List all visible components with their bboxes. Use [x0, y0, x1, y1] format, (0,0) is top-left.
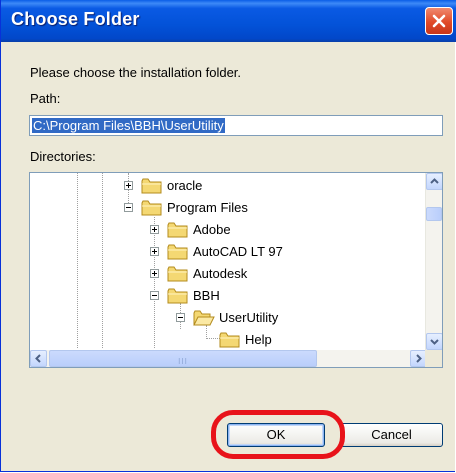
close-button[interactable] — [425, 7, 453, 35]
tree-item-userutility[interactable]: UserUtility — [176, 308, 316, 330]
dialog-title: Choose Folder — [11, 9, 140, 29]
scroll-up-button[interactable] — [426, 173, 442, 190]
vertical-scrollbar[interactable] — [425, 173, 442, 350]
tree-item-label: Help — [245, 332, 272, 347]
chevron-right-icon — [416, 354, 422, 363]
tree-item-bbh[interactable]: BBH — [150, 286, 270, 308]
tree-item-label: Adobe — [193, 222, 231, 237]
tree-item-help[interactable]: Help — [202, 330, 302, 352]
folder-icon — [141, 178, 162, 194]
expand-icon[interactable] — [150, 269, 159, 278]
horizontal-scrollbar[interactable]: III — [30, 350, 427, 367]
path-input[interactable]: C:\Program Files\BBH\UserUtility — [29, 115, 443, 136]
tree-item-label: oracle — [167, 178, 203, 193]
expand-icon[interactable] — [150, 225, 159, 234]
path-label: Path: — [30, 91, 61, 106]
folder-icon — [167, 288, 188, 304]
dialog-body: Please choose the installation folder. P… — [2, 42, 455, 471]
scroll-down-button[interactable] — [426, 333, 442, 350]
chevron-down-icon — [430, 339, 439, 345]
tree-item-label: AutoCAD LT 97 — [193, 244, 283, 259]
folder-icon — [219, 332, 240, 348]
folder-icon — [167, 244, 188, 260]
scroll-grip: III — [178, 357, 188, 366]
title-bar[interactable]: Choose Folder — [1, 0, 456, 42]
chevron-left-icon — [35, 354, 41, 363]
tree-item-label: UserUtility — [219, 310, 279, 325]
tree-item-label: BBH — [193, 288, 220, 303]
close-icon — [432, 14, 446, 28]
ok-callout-ring — [211, 410, 345, 459]
folder-icon — [167, 222, 188, 238]
tree-item-autodesk[interactable]: Autodesk — [150, 264, 290, 286]
vertical-scroll-thumb[interactable] — [426, 207, 442, 221]
path-input-value: C:\Program Files\BBH\UserUtility — [32, 118, 225, 133]
expand-icon[interactable] — [150, 247, 159, 256]
folder-open-icon — [193, 310, 215, 326]
tree-item-label: Autodesk — [193, 266, 248, 281]
tree-item-oracle[interactable]: oracle — [124, 176, 244, 198]
folder-icon — [167, 266, 188, 282]
horizontal-scroll-thumb[interactable]: III — [49, 350, 317, 367]
folder-icon — [141, 200, 162, 216]
tree-item-program-files[interactable]: Program Files — [124, 198, 274, 220]
collapse-icon[interactable] — [124, 203, 133, 212]
tree-guide-line — [102, 173, 103, 348]
instruction-text: Please choose the installation folder. — [30, 65, 242, 80]
choose-folder-dialog: Choose Folder Please choose the installa… — [0, 0, 456, 472]
expand-icon[interactable] — [124, 181, 133, 190]
tree-item-label: Program Files — [167, 200, 248, 215]
tree-guide-line — [77, 173, 78, 348]
cancel-button[interactable]: Cancel — [340, 423, 443, 447]
collapse-icon[interactable] — [150, 291, 159, 300]
scroll-left-button[interactable] — [30, 350, 47, 367]
chevron-up-icon — [430, 178, 439, 184]
directory-tree[interactable]: oracle Program Files Adobe AutoCAD LT 97… — [29, 172, 443, 368]
directories-label: Directories: — [30, 149, 96, 164]
collapse-icon[interactable] — [176, 313, 185, 322]
tree-item-autocad-lt-97[interactable]: AutoCAD LT 97 — [150, 242, 310, 264]
tree-item-adobe[interactable]: Adobe — [150, 220, 270, 242]
scrollbar-corner — [425, 350, 442, 367]
